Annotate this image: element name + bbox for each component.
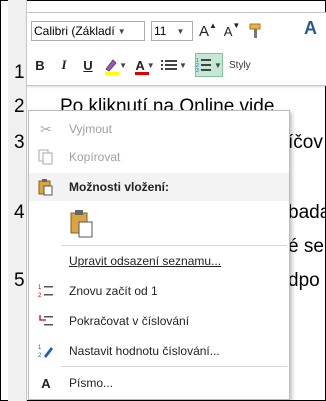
paste-icon — [37, 178, 55, 196]
document-text-fragment[interactable]: bada — [288, 202, 326, 224]
highlight-color-swatch — [105, 72, 119, 75]
font-size-combo[interactable]: 11 ▼ — [151, 21, 193, 41]
menu-item-paste-options: Možnosti vložení: — [29, 173, 289, 201]
font-color-label: A — [135, 57, 145, 73]
svg-text:1: 1 — [38, 285, 42, 291]
restart-numbering-icon: 1 2 — [37, 282, 55, 300]
shrink-font-button[interactable]: A ▼ — [223, 20, 241, 42]
styles-button[interactable]: Styly — [229, 54, 251, 76]
shrink-font-label: A — [223, 23, 233, 39]
toolbar-row-2: B I U ▼ A ▼ ▼ 1 2 3 ▼ Styly — [31, 53, 257, 77]
copy-icon — [37, 148, 55, 166]
menu-item-label: Možnosti vložení: — [69, 180, 169, 194]
paste-keep-text-only-button[interactable] — [69, 209, 95, 239]
chevron-down-icon[interactable]: ▼ — [176, 27, 184, 36]
menu-item-cut[interactable]: ✂ Vyjmout — [29, 115, 289, 143]
svg-text:1: 1 — [38, 345, 42, 351]
menu-item-restart-at-1[interactable]: 1 2 Znovu začít od 1 — [29, 277, 289, 305]
menu-item-label: Vyjmout — [69, 122, 112, 136]
menu-item-label: Písmo... — [69, 376, 114, 390]
continue-numbering-icon — [37, 312, 55, 330]
grow-font-button[interactable]: A ▲ — [199, 20, 217, 42]
format-painter-button[interactable] — [247, 20, 265, 42]
mini-formatting-toolbar: Calibri (Základí ▼ 11 ▼ A ▲ A ▼ B I U ▼ … — [26, 12, 326, 86]
document-text-fragment[interactable]: dpo — [288, 270, 320, 292]
chevron-down-icon[interactable]: ▼ — [214, 61, 222, 70]
underline-label: U — [83, 57, 93, 73]
menu-item-continue-numbering[interactable]: Pokračovat v číslování — [29, 307, 289, 335]
font-icon: A — [41, 375, 51, 391]
font-size-value: 11 — [154, 24, 167, 38]
bullet-list-icon — [161, 60, 178, 70]
menu-item-copy[interactable]: Kopírovat — [29, 143, 289, 171]
highlight-color-button[interactable]: ▼ — [103, 54, 127, 76]
line-number: 5 — [14, 270, 25, 291]
font-color-swatch — [135, 72, 149, 75]
menu-item-label: Nastavit hodnotu číslování... — [69, 344, 220, 358]
svg-text:2: 2 — [38, 293, 42, 299]
menu-item-label: Upravit odsazení seznamu... — [69, 254, 222, 268]
underline-button[interactable]: U — [79, 54, 97, 76]
bold-button[interactable]: B — [31, 54, 49, 76]
styles-gallery-icon[interactable]: A — [303, 17, 323, 39]
menu-separator — [61, 366, 287, 367]
svg-text:3: 3 — [196, 68, 199, 73]
document-text-fragment[interactable]: é se — [288, 236, 324, 258]
line-number: 3 — [14, 132, 25, 153]
caret-down-icon: ▼ — [232, 20, 241, 30]
styles-a-icon: A — [304, 18, 317, 38]
font-color-button[interactable]: A ▼ — [133, 54, 157, 76]
svg-text:A: A — [304, 18, 317, 38]
line-number: 1 — [14, 62, 25, 83]
scissors-icon: ✂ — [40, 120, 52, 137]
line-number: 4 — [14, 202, 25, 223]
numbered-list-icon: 1 2 3 — [196, 58, 212, 73]
chevron-down-icon[interactable]: ▼ — [118, 27, 126, 36]
set-numbering-value-icon: 1 2 — [37, 342, 55, 360]
menu-separator — [61, 245, 287, 246]
toolbar-row-1: Calibri (Základí ▼ 11 ▼ A ▲ A ▼ — [31, 19, 271, 43]
menu-item-font[interactable]: A Písmo... — [29, 369, 289, 397]
bold-label: B — [35, 57, 45, 73]
svg-text:2: 2 — [38, 353, 42, 359]
menu-item-adjust-list-indent[interactable]: Upravit odsazení seznamu... — [29, 247, 289, 275]
italic-label: I — [61, 57, 67, 72]
document-text-fragment[interactable]: íčov — [288, 132, 323, 154]
menu-item-label: Pokračovat v číslování — [69, 314, 190, 328]
italic-button[interactable]: I — [55, 54, 73, 76]
bullets-button[interactable]: ▼ — [161, 54, 189, 76]
chevron-down-icon[interactable]: ▼ — [119, 61, 127, 70]
highlighter-icon — [105, 59, 117, 72]
styles-label: Styly — [229, 59, 251, 71]
line-number: 2 — [14, 96, 25, 117]
paste-keep-text-icon — [70, 210, 93, 238]
font-name-combo[interactable]: Calibri (Základí ▼ — [31, 21, 145, 41]
menu-item-set-numbering-value[interactable]: 1 2 Nastavit hodnotu číslování... — [29, 337, 289, 365]
line-number-gutter — [8, 0, 27, 401]
chevron-down-icon[interactable]: ▼ — [179, 61, 187, 70]
menu-item-label: Znovu začít od 1 — [69, 284, 158, 298]
caret-up-icon: ▲ — [209, 20, 217, 30]
numbering-button[interactable]: 1 2 3 ▼ — [195, 53, 223, 77]
context-menu: ✂ Vyjmout Kopírovat Možnosti vložení: Up… — [28, 110, 290, 400]
format-painter-icon — [249, 23, 261, 38]
font-name-value: Calibri (Základí — [34, 24, 115, 38]
menu-item-label: Kopírovat — [69, 150, 121, 164]
chevron-down-icon[interactable]: ▼ — [147, 61, 155, 70]
grow-font-label: A — [199, 22, 210, 40]
